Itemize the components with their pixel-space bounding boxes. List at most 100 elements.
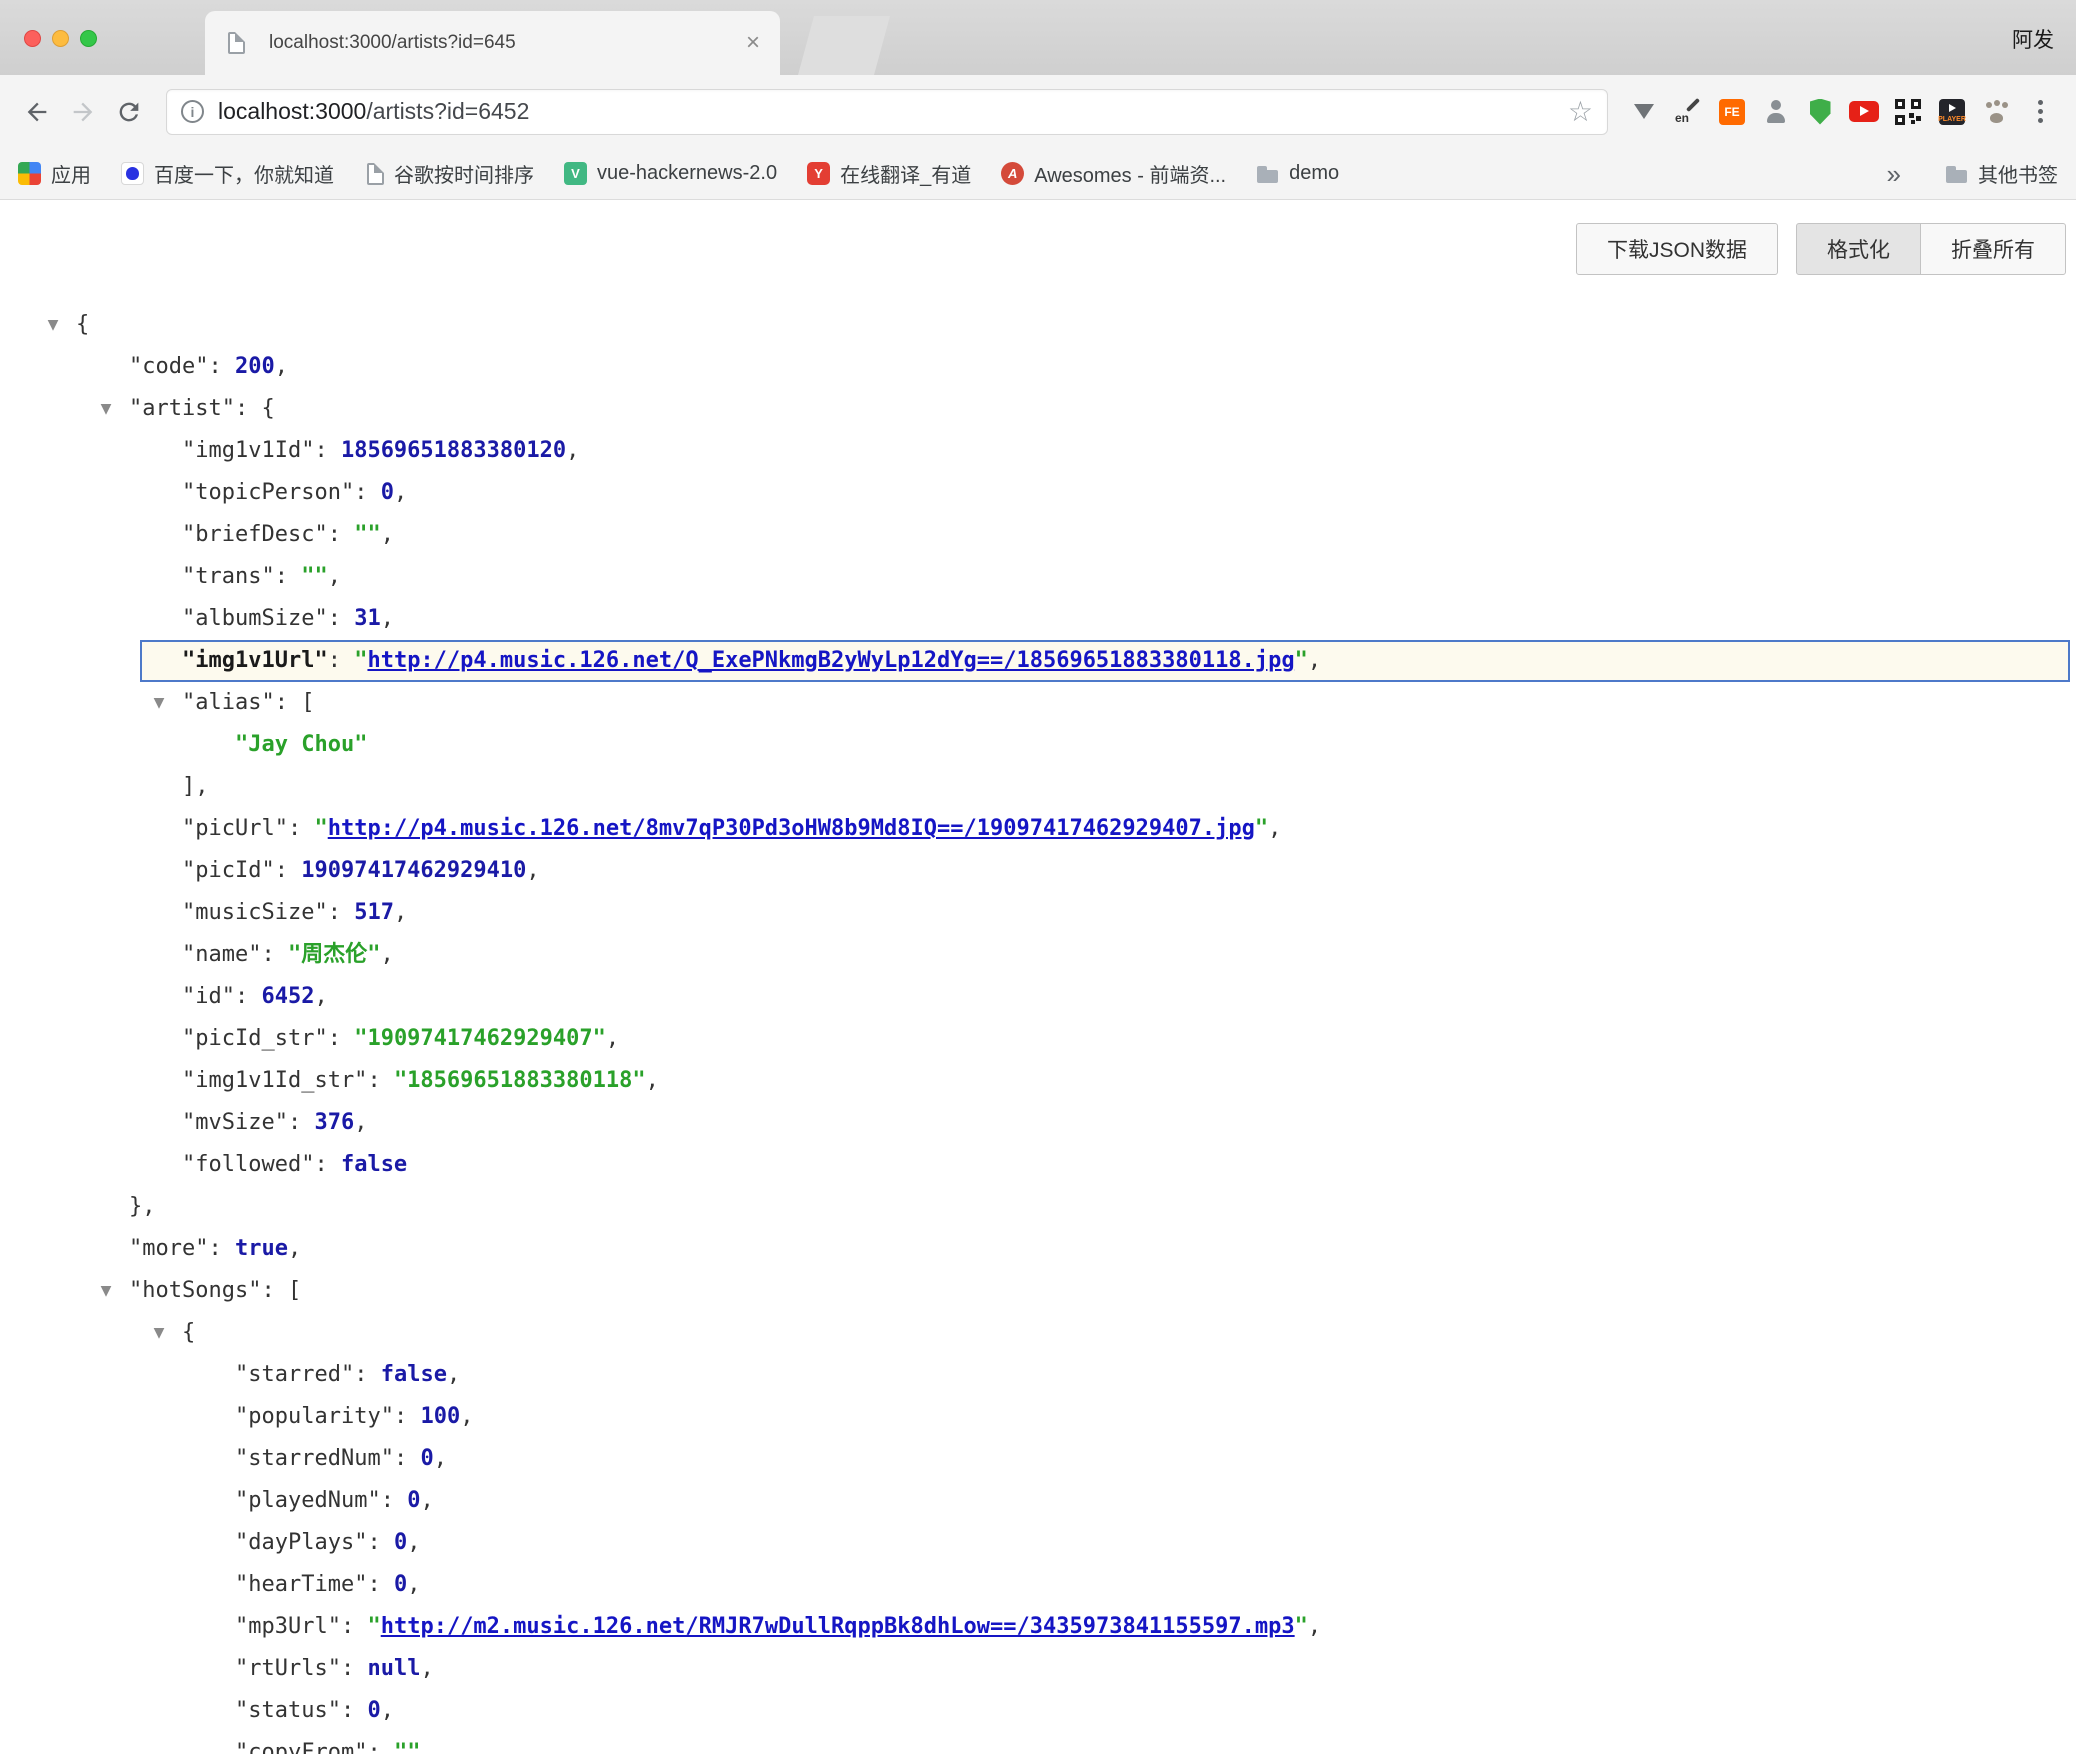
json-key: "picUrl" — [182, 816, 288, 841]
json-url-link[interactable]: http://m2.music.126.net/RMJR7wDullRqppBk… — [381, 1614, 1295, 1639]
browser-tab[interactable]: localhost:3000/artists?id=645 × — [205, 11, 780, 75]
json-punct: : — [367, 1740, 394, 1754]
json-punct: , — [354, 1110, 367, 1135]
json-line: ], — [0, 766, 2076, 808]
json-key: "alias" — [182, 690, 275, 715]
page-info-icon[interactable] — [181, 100, 204, 123]
qrcode-extension-icon[interactable] — [1886, 88, 1930, 136]
json-line-content: "rtUrls": null, — [0, 1648, 2076, 1690]
json-punct: : — [328, 648, 355, 673]
paw-extension-icon[interactable] — [1974, 88, 2018, 136]
json-line: "picId": 19097417462929410, — [0, 850, 2076, 892]
json-number: 200 — [235, 354, 275, 379]
new-tab-button[interactable] — [798, 16, 890, 75]
shield-extension-icon[interactable] — [1798, 88, 1842, 136]
json-tree: ▼{"code": 200,▼"artist": {"img1v1Id": 18… — [0, 201, 2076, 1754]
download-json-button[interactable]: 下载JSON数据 — [1576, 223, 1778, 275]
json-punct: : — [328, 606, 355, 631]
paw-icon — [1983, 99, 2009, 125]
json-string: "" — [301, 564, 328, 589]
bookmark-star-icon[interactable]: ☆ — [1568, 98, 1593, 126]
json-line-content: "hotSongs": [ — [0, 1270, 2076, 1312]
zoom-window-button[interactable] — [80, 30, 97, 47]
json-literal: false — [381, 1362, 447, 1387]
bookmark-item[interactable]: AAwesomes - 前端资... — [1001, 159, 1226, 188]
json-url-link[interactable]: http://p4.music.126.net/8mv7qP30Pd3oHW8b… — [328, 816, 1255, 841]
collapse-arrow-icon[interactable]: ▼ — [148, 682, 170, 724]
close-window-button[interactable] — [24, 30, 41, 47]
json-key: "code" — [129, 354, 208, 379]
json-number: 0 — [394, 1530, 407, 1555]
player-extension-icon[interactable]: PLAYER — [1930, 88, 1974, 136]
json-punct: , — [646, 1068, 659, 1093]
json-line: ▼"alias": [ — [0, 682, 2076, 724]
json-line-content: "dayPlays": 0, — [0, 1522, 2076, 1564]
profile-name[interactable]: 阿发 — [2012, 24, 2054, 54]
url-bar[interactable]: localhost:3000/artists?id=6452 ☆ — [166, 89, 1608, 135]
bookmark-items: 应用 百度一下，你就知道 谷歌按时间排序 Vvue-hackernews-2.0 Y在线… — [18, 159, 1369, 188]
json-punct: : — [208, 354, 235, 379]
json-number: 0 — [381, 480, 394, 505]
json-punct: , — [380, 942, 393, 967]
json-string: " — [367, 1614, 380, 1639]
json-string: " — [1255, 816, 1268, 841]
other-bookmarks-button[interactable]: 其他书签 — [1945, 159, 2058, 188]
url-text[interactable]: localhost:3000/artists?id=6452 — [218, 98, 1568, 125]
bookmarks-right: » 其他书签 — [1887, 159, 2058, 188]
json-punct: , — [420, 1740, 433, 1754]
json-line-content: "starred": false, — [0, 1354, 2076, 1396]
minimize-window-button[interactable] — [52, 30, 69, 47]
json-line: "img1v1Id_str": "18569651883380118", — [0, 1060, 2076, 1102]
json-key: "briefDesc" — [182, 522, 328, 547]
json-line: "id": 6452, — [0, 976, 2076, 1018]
tab-close-icon[interactable]: × — [746, 31, 760, 55]
bookmark-label: 在线翻译_有道 — [840, 159, 971, 188]
json-line: "musicSize": 517, — [0, 892, 2076, 934]
json-line-content: "followed": false — [0, 1144, 2076, 1186]
bookmark-item[interactable]: 应用 — [18, 159, 91, 188]
json-line-content: "starredNum": 0, — [0, 1438, 2076, 1480]
json-punct: , — [407, 1572, 420, 1597]
browser-menu-icon[interactable] — [2018, 88, 2062, 136]
json-punct: , — [1308, 1614, 1321, 1639]
reload-button[interactable] — [106, 89, 152, 135]
bookmark-item[interactable]: demo — [1256, 162, 1339, 185]
bookmark-item[interactable]: 百度一下，你就知道 — [121, 159, 334, 188]
bookmarks-overflow-chevron-icon[interactable]: » — [1887, 161, 1901, 187]
json-punct: : — [367, 1530, 394, 1555]
collapse-arrow-icon[interactable]: ▼ — [148, 1312, 170, 1354]
collapse-all-button[interactable]: 折叠所有 — [1920, 223, 2066, 275]
youdao-dict-extension-icon[interactable]: en — [1666, 88, 1710, 136]
dart-extension-icon[interactable] — [1622, 88, 1666, 136]
json-literal: true — [235, 1236, 288, 1261]
json-line-content: "id": 6452, — [0, 976, 2076, 1018]
json-line: "rtUrls": null, — [0, 1648, 2076, 1690]
json-line-content: "playedNum": 0, — [0, 1480, 2076, 1522]
forward-button[interactable] — [60, 89, 106, 135]
json-line-content: "Jay Chou" — [0, 724, 2076, 766]
format-button[interactable]: 格式化 — [1796, 223, 1921, 275]
user-extension-icon[interactable] — [1754, 88, 1798, 136]
back-button[interactable] — [14, 89, 60, 135]
json-literal: null — [367, 1656, 420, 1681]
json-number: 0 — [420, 1446, 433, 1471]
json-number: 31 — [354, 606, 381, 631]
json-line: "topicPerson": 0, — [0, 472, 2076, 514]
json-line-content: "alias": [ — [0, 682, 2076, 724]
collapse-arrow-icon[interactable]: ▼ — [42, 304, 64, 346]
json-string: "" — [354, 522, 381, 547]
youtube-extension-icon[interactable] — [1842, 88, 1886, 136]
json-url-link[interactable]: http://p4.music.126.net/Q_ExePNkmgB2yWyL… — [367, 648, 1294, 673]
json-punct: : — [275, 858, 302, 883]
bookmark-item[interactable]: Vvue-hackernews-2.0 — [564, 162, 777, 185]
json-key: "mp3Url" — [235, 1614, 341, 1639]
collapse-arrow-icon[interactable]: ▼ — [95, 1270, 117, 1312]
json-line-content: "topicPerson": 0, — [0, 472, 2076, 514]
bookmark-item[interactable]: Y在线翻译_有道 — [807, 159, 971, 188]
json-punct: , — [447, 1362, 460, 1387]
fe-extension-icon[interactable]: FE — [1710, 88, 1754, 136]
dart-icon — [1634, 104, 1654, 119]
collapse-arrow-icon[interactable]: ▼ — [95, 388, 117, 430]
json-key: "followed" — [182, 1152, 314, 1177]
bookmark-item[interactable]: 谷歌按时间排序 — [364, 159, 534, 188]
